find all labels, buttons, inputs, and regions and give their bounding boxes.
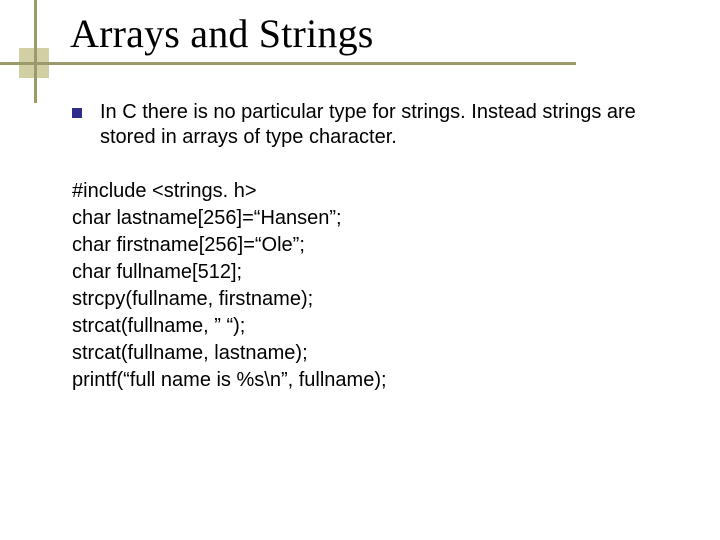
- code-line: strcat(fullname, ” “);: [72, 313, 672, 340]
- bullet-text: In C there is no particular type for str…: [100, 100, 672, 150]
- code-block: #include <strings. h> char lastname[256]…: [72, 178, 672, 394]
- code-line: char fullname[512];: [72, 259, 672, 286]
- code-line: strcat(fullname, lastname);: [72, 340, 672, 367]
- square-bullet-icon: [72, 108, 82, 118]
- code-line: strcpy(fullname, firstname);: [72, 286, 672, 313]
- code-line: char firstname[256]=“Ole”;: [72, 232, 672, 259]
- bullet-item: In C there is no particular type for str…: [72, 100, 672, 150]
- title-area: Arrays and Strings: [70, 12, 374, 56]
- slide-body: In C there is no particular type for str…: [72, 100, 672, 394]
- code-line: #include <strings. h>: [72, 178, 672, 205]
- code-line: printf(“full name is %s\n”, fullname);: [72, 367, 672, 394]
- slide: Arrays and Strings In C there is no part…: [0, 0, 720, 540]
- vertical-rule: [34, 0, 37, 103]
- horizontal-rule: [0, 62, 576, 65]
- slide-title: Arrays and Strings: [70, 12, 374, 56]
- code-line: char lastname[256]=“Hansen”;: [72, 205, 672, 232]
